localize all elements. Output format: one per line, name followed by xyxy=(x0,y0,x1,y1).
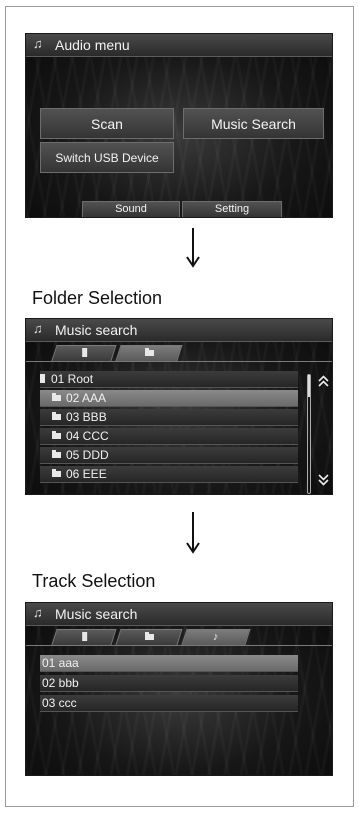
scrollbar-thumb[interactable] xyxy=(308,375,310,397)
list-item-label: 01 Root xyxy=(51,372,94,386)
chevron-double-down-icon[interactable] xyxy=(318,474,329,486)
folder-icon xyxy=(52,431,61,439)
folder-icon xyxy=(52,393,61,401)
scrollbar[interactable] xyxy=(307,374,311,494)
title-bar: ♫ Audio menu xyxy=(26,34,332,57)
list-item-label: 05 DDD xyxy=(66,448,109,462)
list-item-label: 03 BBB xyxy=(66,410,107,424)
usb-icon xyxy=(81,632,87,641)
tab-folder[interactable] xyxy=(115,629,183,645)
list-item-folder[interactable]: 03 BBB xyxy=(40,409,298,426)
screen-title: Music search xyxy=(55,606,138,622)
music-note-icon: ♫ xyxy=(33,605,43,620)
folder-icon xyxy=(52,469,61,477)
usb-icon xyxy=(40,374,45,383)
scan-button[interactable]: Scan xyxy=(40,108,174,139)
sound-button[interactable]: Sound xyxy=(82,201,180,217)
tab-folder[interactable] xyxy=(115,345,183,361)
tab-strip: ♪ xyxy=(26,625,332,646)
music-search-track-screen: ♫ Music search ♪ 01 aaa 02 bbb 03 ccc xyxy=(25,602,333,776)
list-item-track[interactable]: 01 aaa xyxy=(40,655,298,672)
audio-menu-screen: ♫ Audio menu Scan Music Search Switch US… xyxy=(25,33,333,218)
setting-button[interactable]: Setting xyxy=(182,201,282,217)
down-arrow-icon xyxy=(186,512,200,554)
usb-icon xyxy=(81,348,87,357)
screen-title: Audio menu xyxy=(55,37,130,53)
switch-usb-device-button[interactable]: Switch USB Device xyxy=(40,142,174,173)
list-item-folder[interactable]: 02 AAA xyxy=(40,390,298,407)
folder-selection-heading: Folder Selection xyxy=(32,288,163,308)
title-bar: ♫ Music search xyxy=(26,603,332,626)
music-note-icon: ♫ xyxy=(33,321,43,336)
list-item-track[interactable]: 03 ccc xyxy=(40,695,298,712)
folder-icon xyxy=(52,412,61,420)
music-search-folder-screen: ♫ Music search 01 Root 02 AAA 03 BBB 04 … xyxy=(25,318,333,495)
list-item-folder[interactable]: 05 DDD xyxy=(40,447,298,464)
list-item-folder[interactable]: 04 CCC xyxy=(40,428,298,445)
down-arrow-icon xyxy=(186,228,200,268)
tab-track[interactable]: ♪ xyxy=(181,629,251,645)
list-item-label: 06 EEE xyxy=(66,467,107,481)
track-selection-heading: Track Selection xyxy=(32,571,156,591)
list-item-label: 02 AAA xyxy=(66,391,107,405)
tab-usb[interactable] xyxy=(51,345,117,361)
list-item-root[interactable]: 01 Root xyxy=(40,371,298,388)
list-item-label: 01 aaa xyxy=(42,656,79,670)
screen-title: Music search xyxy=(55,322,138,338)
title-bar: ♫ Music search xyxy=(26,319,332,342)
music-note-icon: ♫ xyxy=(33,36,43,51)
folder-icon xyxy=(144,634,154,640)
list-item-label: 04 CCC xyxy=(66,429,109,443)
music-search-button[interactable]: Music Search xyxy=(183,108,324,139)
folder-icon xyxy=(52,450,61,458)
tab-usb[interactable] xyxy=(51,629,117,645)
list-item-label: 03 ccc xyxy=(42,696,77,710)
tab-strip xyxy=(26,341,332,362)
list-item-track[interactable]: 02 bbb xyxy=(40,675,298,692)
list-item-label: 02 bbb xyxy=(42,676,79,690)
chevron-double-up-icon[interactable] xyxy=(318,375,329,387)
list-item-folder[interactable]: 06 EEE xyxy=(40,466,298,483)
folder-icon xyxy=(144,350,154,356)
music-note-icon: ♪ xyxy=(213,631,219,643)
